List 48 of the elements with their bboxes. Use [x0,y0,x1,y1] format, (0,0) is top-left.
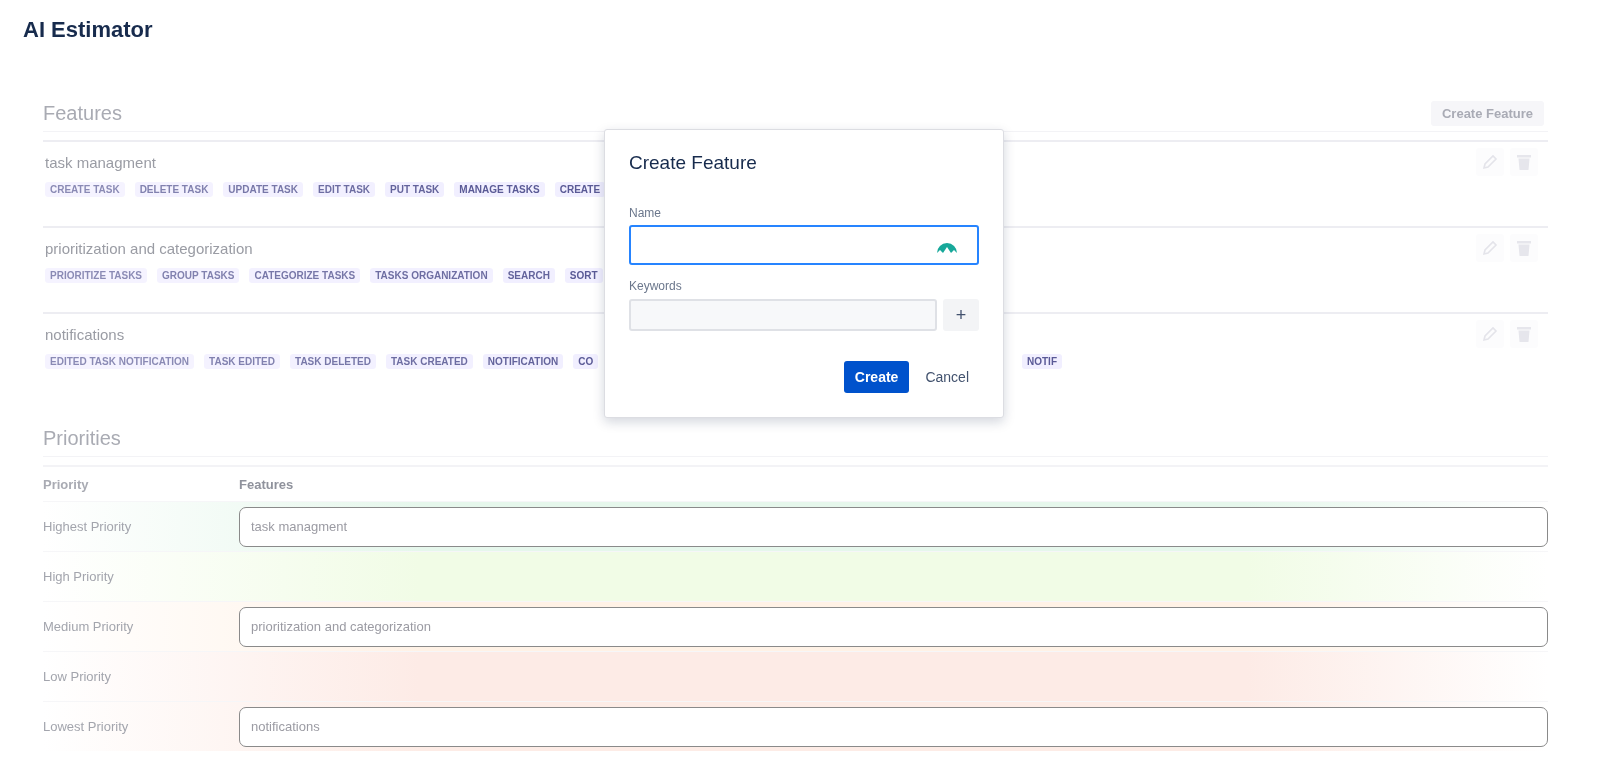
keyword-tag: PUT TASK [385,182,445,197]
keyword-tag: SEARCH [502,268,555,283]
priority-label: Highest Priority [43,519,133,534]
name-field[interactable] [629,225,979,265]
section-heading: Priorities [43,426,121,450]
keyword-tag: CATEGORIZE TASKS [249,268,361,283]
keyword-tag: SORT [564,268,603,283]
create-feature-button[interactable]: Create Feature [1430,100,1544,126]
feature-slot[interactable]: prioritization and categorization [239,606,1548,647]
feature-slot[interactable]: notifications [239,706,1548,747]
feature-name: notifications [45,325,125,343]
feature-slot[interactable]: task managment [239,506,1548,547]
priority-label: Medium Priority [43,619,135,634]
field-label: Keywords [629,279,683,293]
column-header: Features [239,476,294,492]
priority-label: Low Priority [43,669,112,684]
keyword-tag: NOTIFICATION [482,354,564,369]
priority-label: Lowest Priority [43,719,130,734]
cancel-button[interactable]: Cancel [915,361,979,393]
section-heading: Features [43,101,122,125]
keyword-tag: CREATE [554,182,606,197]
keyword-tag: CO [573,354,599,369]
keyword-tag: TASK EDITED [204,354,280,369]
keyword-tag: EDITED TASK NOTIFICATION [45,354,195,369]
keyword-tag: DELETE TASK [134,182,214,197]
dialog-title: Create Feature [629,152,758,175]
feature-name: task managment [45,153,156,171]
keyword-tag: PRIORITIZE TASKS [45,268,148,283]
app-title: AI Estimator [22,16,154,44]
create-button[interactable]: Create [843,361,910,393]
keyword-tag: EDIT TASK [313,182,376,197]
column-header: Priority [43,476,90,492]
feature-name: prioritization and categorization [45,239,253,257]
add-keyword-button[interactable]: + [943,299,979,331]
pencil-icon [1481,153,1499,171]
pencil-icon [1481,325,1499,343]
keywords-field[interactable] [629,299,937,331]
keyword-tag: UPDATE TASK [223,182,303,197]
field-label: Name [629,206,662,220]
pencil-icon [1481,239,1499,257]
keyword-tag: TASK CREATED [385,354,473,369]
keyword-tag: MANAGE TASKS [454,182,545,197]
keyword-tag: GROUP TASKS [157,268,240,283]
keyword-tag: NOTIF [1022,354,1062,369]
keyword-tag: TASK DELETED [290,354,376,369]
priority-label: High Priority [43,569,115,584]
keyword-tag: CREATE TASK [45,182,125,197]
keyword-tag: TASKS ORGANIZATION [370,268,493,283]
